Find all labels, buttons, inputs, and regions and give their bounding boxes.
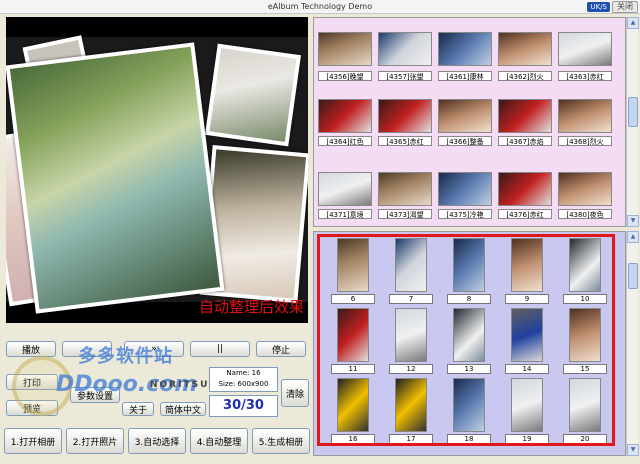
thumb-item[interactable]: [4371]意境 [318,172,372,219]
preview-button[interactable]: 预览 [6,400,58,416]
thumb-caption: [4367]赤焰 [498,136,552,146]
scroll-thumb[interactable] [628,263,638,289]
thumb-row [318,32,618,66]
photo-size: Size: 600x900 [218,380,269,388]
thumb-item[interactable] [378,32,432,66]
print-button[interactable]: 打印 [6,374,58,390]
thumb-caption: [4363]赤红 [558,71,612,81]
thumb-row: [4364]红色 [4365]赤红 [4366]整备 [4367]赤焰 [436… [318,99,618,146]
thumb-item[interactable] [438,32,492,66]
thumb-item[interactable]: [4365]赤红 [378,99,432,146]
step-open-photos-button[interactable]: 2.打开照片 [66,428,124,454]
photo-counter: 30/30 [209,395,278,417]
preview-caption: 自动整理后效果 [198,298,304,316]
thumb-caption: [4365]赤红 [378,136,432,146]
step-auto-select-button[interactable]: 3.自动选择 [128,428,186,454]
thumb-item[interactable] [318,32,372,66]
scroll-up-icon[interactable]: ▲ [627,17,639,29]
fast-forward-button[interactable]: » [124,341,184,357]
pause-button[interactable]: || [190,341,250,357]
selection-highlight [317,234,615,446]
album-preview: 自动整理后效果 [6,17,308,323]
thumb-row: [4371]意境 [4373]渴望 [4375]冷艳 [4376]赤红 [438… [318,172,618,219]
scroll-down-icon[interactable]: ▼ [627,215,639,227]
thumb-item[interactable]: [4364]红色 [318,99,372,146]
language-select[interactable]: 简体中文 [160,402,206,416]
scroll-thumb[interactable] [628,97,638,127]
step-auto-arrange-button[interactable]: 4.自动整理 [190,428,248,454]
stop-button[interactable]: 停止 [256,341,306,357]
thumb-item[interactable]: [4366]整备 [438,99,492,146]
thumb-caption: [4375]冷艳 [438,209,492,219]
thumb-item[interactable] [498,32,552,66]
photo-collage [6,35,308,314]
play-button[interactable]: 播放 [6,341,56,357]
selected-scrollbar[interactable]: ▲ ▼ [626,231,639,456]
thumb-item[interactable]: [4367]赤焰 [498,99,552,146]
thumb-caption: [4368]烈火 [558,136,612,146]
photo-info: Name: 16 Size: 600x900 [209,367,278,392]
thumb-caption: [4371]意境 [318,209,372,219]
thumb-item[interactable] [558,32,612,66]
brand-label: NORITSU [150,380,210,390]
thumb-caption: [4380]夜色 [558,209,612,219]
photo-library-panel: [4356]晚望 [4357]张望 [4361]康林 [4362]烈火 [436… [313,17,626,227]
thumb-caption: [4373]渴望 [378,209,432,219]
thumb-item[interactable]: [4373]渴望 [378,172,432,219]
thumb-item[interactable]: [4368]烈火 [558,99,612,146]
title-bar-controls: UK/S 关闭 [587,0,638,14]
window-title: eAlbum Technology Demo [267,2,373,11]
thumb-caption: [4362]烈火 [498,71,552,81]
step-generate-album-button[interactable]: 5.生成相册 [252,428,310,454]
collage-main-photo [6,42,225,314]
close-button[interactable]: 关闭 [612,1,638,13]
clear-button[interactable]: 清除 [281,379,309,407]
step-open-album-button[interactable]: 1.打开相册 [4,428,62,454]
about-button[interactable]: 关于 [122,402,154,416]
scroll-up-icon[interactable]: ▲ [627,231,639,243]
thumb-caption: [4356]晚望 [318,71,372,81]
thumb-caption-row: [4356]晚望 [4357]张望 [4361]康林 [4362]烈火 [436… [318,68,618,81]
thumb-item[interactable]: [4380]夜色 [558,172,612,219]
thumb-caption: [4364]红色 [318,136,372,146]
thumb-caption: [4366]整备 [438,136,492,146]
thumb-caption: [4376]赤红 [498,209,552,219]
thumb-item[interactable]: [4375]冷艳 [438,172,492,219]
title-bar: eAlbum Technology Demo UK/S 关闭 [0,0,640,14]
language-indicator[interactable]: UK/S [587,2,610,12]
app-window: eAlbum Technology Demo UK/S 关闭 自动整理后效果 播… [0,0,640,464]
thumb-item[interactable]: [4376]赤红 [498,172,552,219]
collage-photo [205,43,301,147]
library-scrollbar[interactable]: ▲ ▼ [626,17,639,227]
settings-button[interactable]: 参数设置 [70,387,120,403]
thumb-caption: [4361]康林 [438,71,492,81]
scroll-down-icon[interactable]: ▼ [627,444,639,456]
prev-button[interactable] [62,341,112,357]
thumb-caption: [4357]张望 [378,71,432,81]
photo-name: Name: 16 [226,369,261,377]
